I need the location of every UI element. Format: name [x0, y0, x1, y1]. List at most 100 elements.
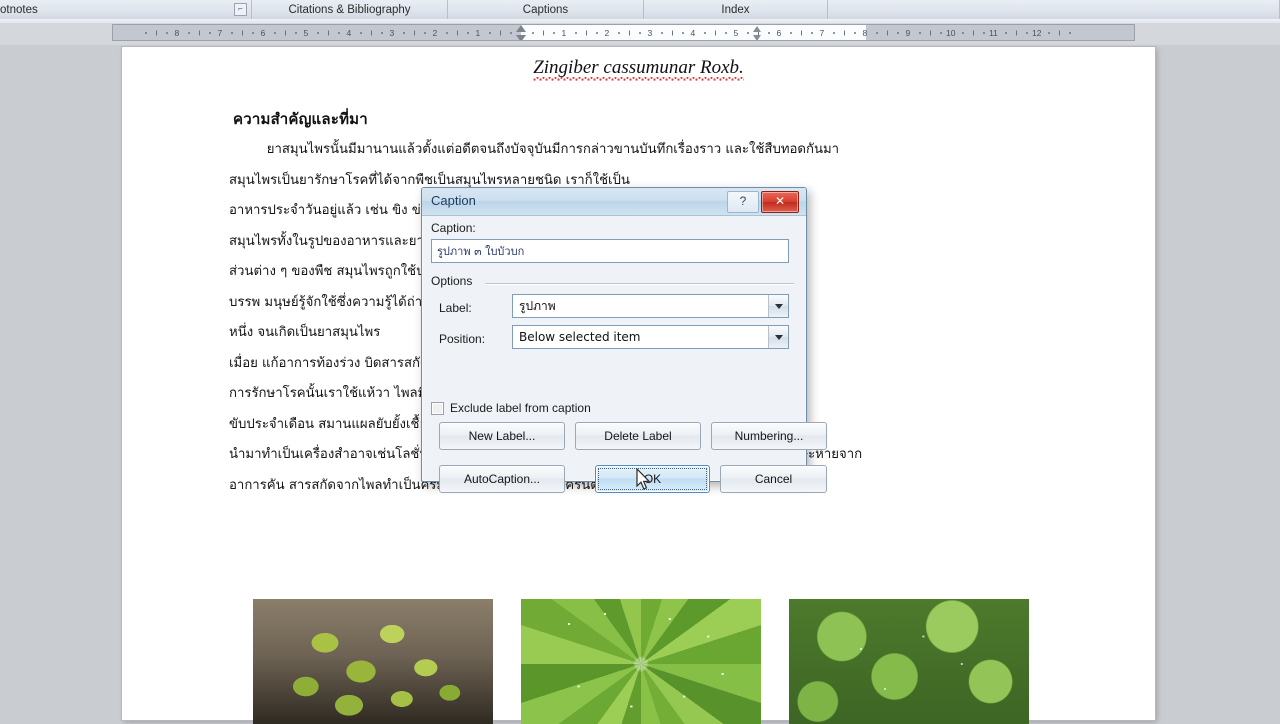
ruler-tick-bar: [241, 30, 243, 35]
close-icon[interactable]: ✕: [761, 191, 799, 213]
ruler-tick-dot: [144, 31, 147, 34]
ribbon-group-captions: Captions: [448, 0, 644, 19]
autocaption-button[interactable]: AutoCaption...: [439, 465, 565, 493]
ruler-tick-dot: [596, 31, 599, 34]
ribbon-group-label: Citations & Bibliography: [288, 3, 411, 16]
ruler-tick-dot: [617, 31, 620, 34]
ruler-tick-dot: [553, 31, 556, 34]
ok-button-label: OK: [643, 472, 662, 486]
ruler-tick-dot: [209, 31, 212, 34]
numbering-button[interactable]: Numbering...: [711, 422, 827, 450]
ruler-tick-label: 6: [260, 27, 266, 38]
ruler-tick-dot: [424, 31, 427, 34]
ruler-tick-label: 10: [946, 27, 956, 38]
ruler-tick-dot: [488, 31, 491, 34]
ruler-tick-dot: [789, 31, 792, 34]
document-title-text: Zingiber cassumunar Roxb.: [533, 57, 744, 83]
ruler-tick-label: 4: [346, 27, 352, 38]
ruler-tick-label: 1: [475, 27, 481, 38]
position-combobox[interactable]: Below selected item: [512, 325, 789, 349]
figure-row: [253, 599, 1033, 724]
ruler-tick-dot: [316, 31, 319, 34]
ruler-tick-bar: [972, 30, 974, 35]
ruler-tick-dot: [166, 31, 169, 34]
ruler-tick-dot: [660, 31, 663, 34]
ruler-tick-label: 8: [862, 27, 868, 38]
ruler-tick-dot: [467, 31, 470, 34]
chevron-down-icon[interactable]: [768, 326, 788, 348]
position-field-label: Position:: [439, 332, 486, 346]
ruler-tick-label: 6: [776, 27, 782, 38]
ruler-tick-dot: [252, 31, 255, 34]
chevron-down-icon[interactable]: [768, 295, 788, 317]
ruler-tick-label: 7: [217, 27, 223, 38]
tab-stop-marker-icon[interactable]: [753, 26, 762, 40]
ruler-tick-label: 12: [1032, 27, 1042, 38]
ruler-tick-bar: [671, 30, 673, 35]
exclude-label-checkbox[interactable]: [431, 401, 444, 415]
ruler-tick-bar: [929, 30, 931, 35]
ruler-tick-bar: [1058, 30, 1060, 35]
dialog-launcher-icon[interactable]: ⌐: [234, 3, 247, 16]
position-combobox-value: Below selected item: [519, 330, 641, 344]
ruler-tick-bar: [628, 30, 630, 35]
ruler-tick-dot: [510, 31, 513, 34]
ruler-tick-label: 1: [561, 27, 567, 38]
exclude-label-row[interactable]: Exclude label from caption: [431, 401, 591, 415]
ruler-tick-dot: [381, 31, 384, 34]
ruler-tick-label: 2: [604, 27, 610, 38]
delete-label-button[interactable]: Delete Label: [575, 422, 701, 450]
ruler-tick-dot: [1026, 31, 1029, 34]
indent-marker-icon[interactable]: [516, 25, 527, 40]
ruler-tick-bar: [155, 30, 157, 35]
ruler-tick-label: 3: [389, 27, 395, 38]
ruler-tick-label: 4: [690, 27, 696, 38]
caption-dialog[interactable]: Caption ? ✕ Caption: Options Label: รูปภ…: [421, 187, 827, 493]
figure-herb-buds[interactable]: [253, 599, 493, 724]
ruler-tick-bar: [843, 30, 845, 35]
ruler-tick-dot: [811, 31, 814, 34]
ruler-tick-label: 2: [432, 27, 438, 38]
ruler-tick-dot: [230, 31, 233, 34]
label-combobox-value: รูปภาพ: [519, 298, 556, 313]
ruler-tick-dot: [682, 31, 685, 34]
ruler-tick-dot: [187, 31, 190, 34]
caption-input[interactable]: [431, 239, 789, 263]
ruler-tick-bar: [714, 30, 716, 35]
help-icon[interactable]: ?: [727, 191, 759, 213]
ribbon-group-otnotes: otnotes ⌐: [0, 0, 252, 19]
ruler-tick-dot: [725, 31, 728, 34]
ruler-tick-label: 3: [647, 27, 653, 38]
ruler-tick-dot: [1004, 31, 1007, 34]
ruler-tick-label: 7: [819, 27, 825, 38]
cancel-button[interactable]: Cancel: [720, 465, 827, 493]
ruler-tick-label: 5: [303, 27, 309, 38]
ruler-tick-bar: [1015, 30, 1017, 35]
ruler-tick-dot: [574, 31, 577, 34]
ruler-tick-bar: [456, 30, 458, 35]
ruler-tick-bar: [370, 30, 372, 35]
ruler-tick-label: 11: [989, 27, 998, 38]
ribbon-group-citations-bibliography: Citations & Bibliography: [252, 0, 448, 19]
document-heading: ความสำคัญและที่มา: [233, 110, 368, 128]
ok-button[interactable]: OK: [595, 465, 710, 493]
caption-field-label: Caption:: [431, 221, 476, 235]
ruler-tick-bar: [542, 30, 544, 35]
ruler-tick-bar: [413, 30, 415, 35]
ruler-tick-dot: [703, 31, 706, 34]
ruler-tick-bar: [284, 30, 286, 35]
dialog-title-bar[interactable]: Caption ? ✕: [422, 188, 806, 216]
label-combobox[interactable]: รูปภาพ: [512, 294, 789, 318]
figure-aloe-vera[interactable]: [521, 599, 761, 724]
ruler-tick-dot: [531, 31, 534, 34]
new-label-button[interactable]: New Label...: [439, 422, 565, 450]
ruler-tick-dot: [768, 31, 771, 34]
ruler-tick-bar: [499, 30, 501, 35]
dialog-title: Caption: [431, 193, 476, 208]
ruler-tick-dot: [402, 31, 405, 34]
horizontal-ruler[interactable]: 8 7 6 5 4 3 2 1 1 2 3 4 5 6 7 8 9 10 11 12: [112, 24, 1135, 41]
ruler-tick-dot: [961, 31, 964, 34]
ruler-tick-dot: [897, 31, 900, 34]
ruler-tick-dot: [918, 31, 921, 34]
figure-pennywort[interactable]: [789, 599, 1029, 724]
